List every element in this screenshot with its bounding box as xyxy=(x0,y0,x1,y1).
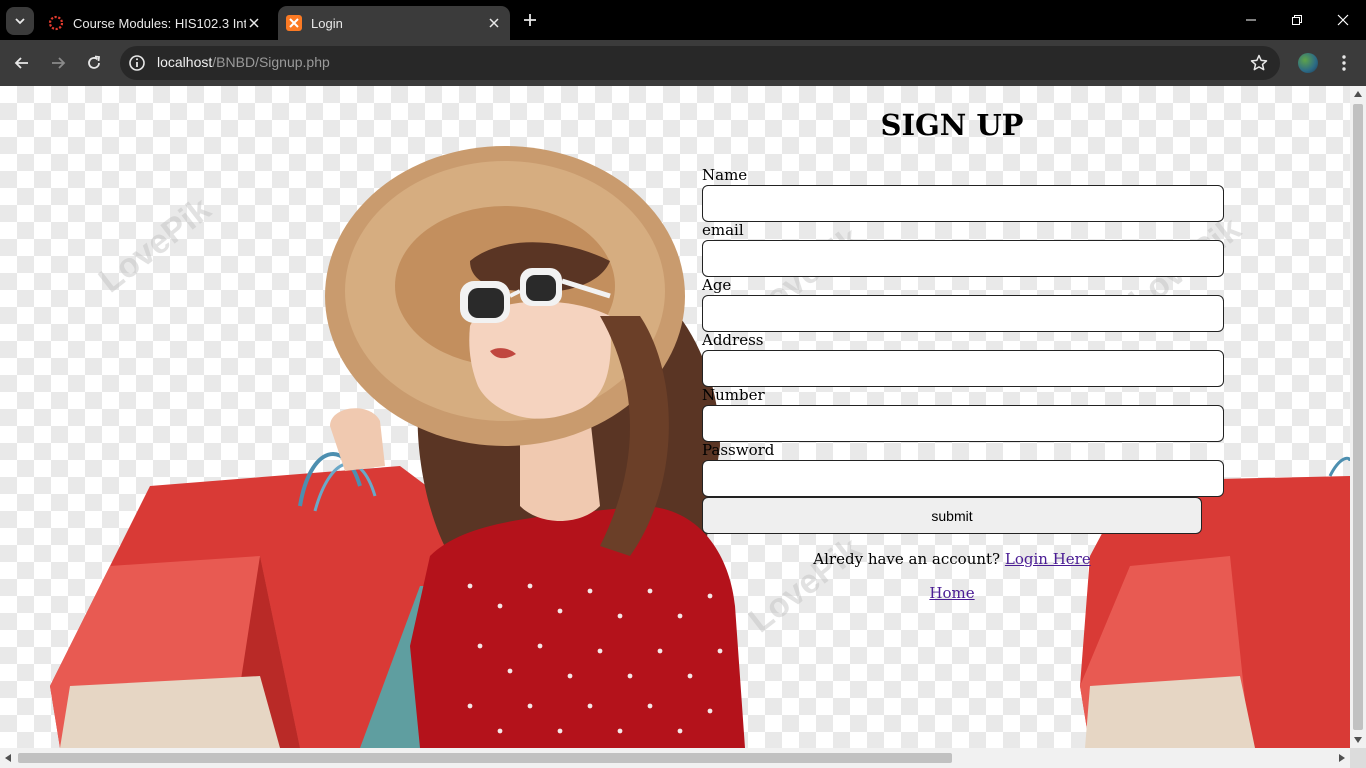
tab-course-modules[interactable]: Course Modules: HIS102.3 Intro xyxy=(40,6,270,40)
close-window-button[interactable] xyxy=(1320,0,1366,40)
browser-menu-button[interactable] xyxy=(1334,52,1354,74)
age-label: Age xyxy=(702,276,732,294)
scroll-left-arrow-icon[interactable] xyxy=(5,754,11,762)
browser-toolbar: localhost/BNBD/Signup.php xyxy=(0,40,1366,86)
bookmark-star-icon[interactable] xyxy=(1250,54,1268,72)
plus-icon xyxy=(524,14,536,26)
password-input[interactable] xyxy=(702,460,1224,497)
vertical-scroll-thumb[interactable] xyxy=(1353,104,1363,730)
restore-icon xyxy=(1292,15,1302,25)
number-label: Number xyxy=(702,386,765,404)
minimize-icon xyxy=(1246,19,1256,21)
site-info-icon[interactable] xyxy=(128,54,146,72)
url-path: /BNBD/Signup.php xyxy=(212,54,330,70)
horizontal-scrollbar[interactable] xyxy=(0,748,1350,768)
address-input[interactable] xyxy=(702,350,1224,387)
tab-title: Course Modules: HIS102.3 Intro xyxy=(73,15,246,31)
new-tab-button[interactable] xyxy=(520,10,540,30)
page-viewport: LovePik LovePik LovePik LovePik LovePik … xyxy=(0,86,1350,748)
horizontal-scroll-thumb[interactable] xyxy=(18,753,952,763)
scrollbar-corner xyxy=(1350,748,1366,768)
profile-avatar[interactable] xyxy=(1298,53,1318,73)
restore-button[interactable] xyxy=(1274,0,1320,40)
forward-button[interactable] xyxy=(43,48,73,78)
back-button[interactable] xyxy=(7,48,37,78)
chevron-down-icon xyxy=(15,18,25,25)
tab-login[interactable]: Login xyxy=(278,6,510,40)
name-input[interactable] xyxy=(702,185,1224,222)
age-input[interactable] xyxy=(702,295,1224,332)
xampp-favicon-icon xyxy=(286,15,302,31)
canvas-favicon-icon xyxy=(48,15,64,31)
page-title: SIGN UP xyxy=(880,108,1024,142)
name-label: Name xyxy=(702,166,748,184)
address-label: Address xyxy=(702,331,764,349)
arrow-left-icon xyxy=(14,57,28,69)
email-label: email xyxy=(702,221,744,239)
number-input[interactable] xyxy=(702,405,1224,442)
tab-strip: Course Modules: HIS102.3 Intro Login xyxy=(0,0,1366,40)
tab-search-button[interactable] xyxy=(6,7,34,35)
submit-button[interactable]: submit xyxy=(702,497,1202,534)
more-vert-icon xyxy=(1342,55,1346,71)
login-here-link[interactable]: Login Here xyxy=(1005,550,1091,568)
password-label: Password xyxy=(702,441,775,459)
email-input[interactable] xyxy=(702,240,1224,277)
close-tab-icon[interactable] xyxy=(486,15,502,31)
login-prompt-text: Alredy have an account? xyxy=(813,550,1001,568)
address-bar[interactable]: localhost/BNBD/Signup.php xyxy=(120,46,1280,80)
login-prompt-row: Alredy have an account? Login Here xyxy=(702,550,1202,568)
reload-button[interactable] xyxy=(79,48,109,78)
scroll-up-arrow-icon[interactable] xyxy=(1354,91,1362,97)
home-link[interactable]: Home xyxy=(929,584,974,602)
close-tab-icon[interactable] xyxy=(246,15,262,31)
close-icon xyxy=(1337,14,1349,26)
home-row: Home xyxy=(702,584,1202,602)
url-text[interactable]: localhost/BNBD/Signup.php xyxy=(157,54,330,70)
reload-icon xyxy=(88,55,101,69)
arrow-right-icon xyxy=(52,57,66,69)
minimize-button[interactable] xyxy=(1228,0,1274,40)
tab-title: Login xyxy=(311,15,343,31)
scroll-down-arrow-icon[interactable] xyxy=(1354,737,1362,743)
vertical-scrollbar[interactable] xyxy=(1350,86,1366,748)
url-host: localhost xyxy=(157,54,213,70)
scroll-right-arrow-icon[interactable] xyxy=(1339,754,1345,762)
